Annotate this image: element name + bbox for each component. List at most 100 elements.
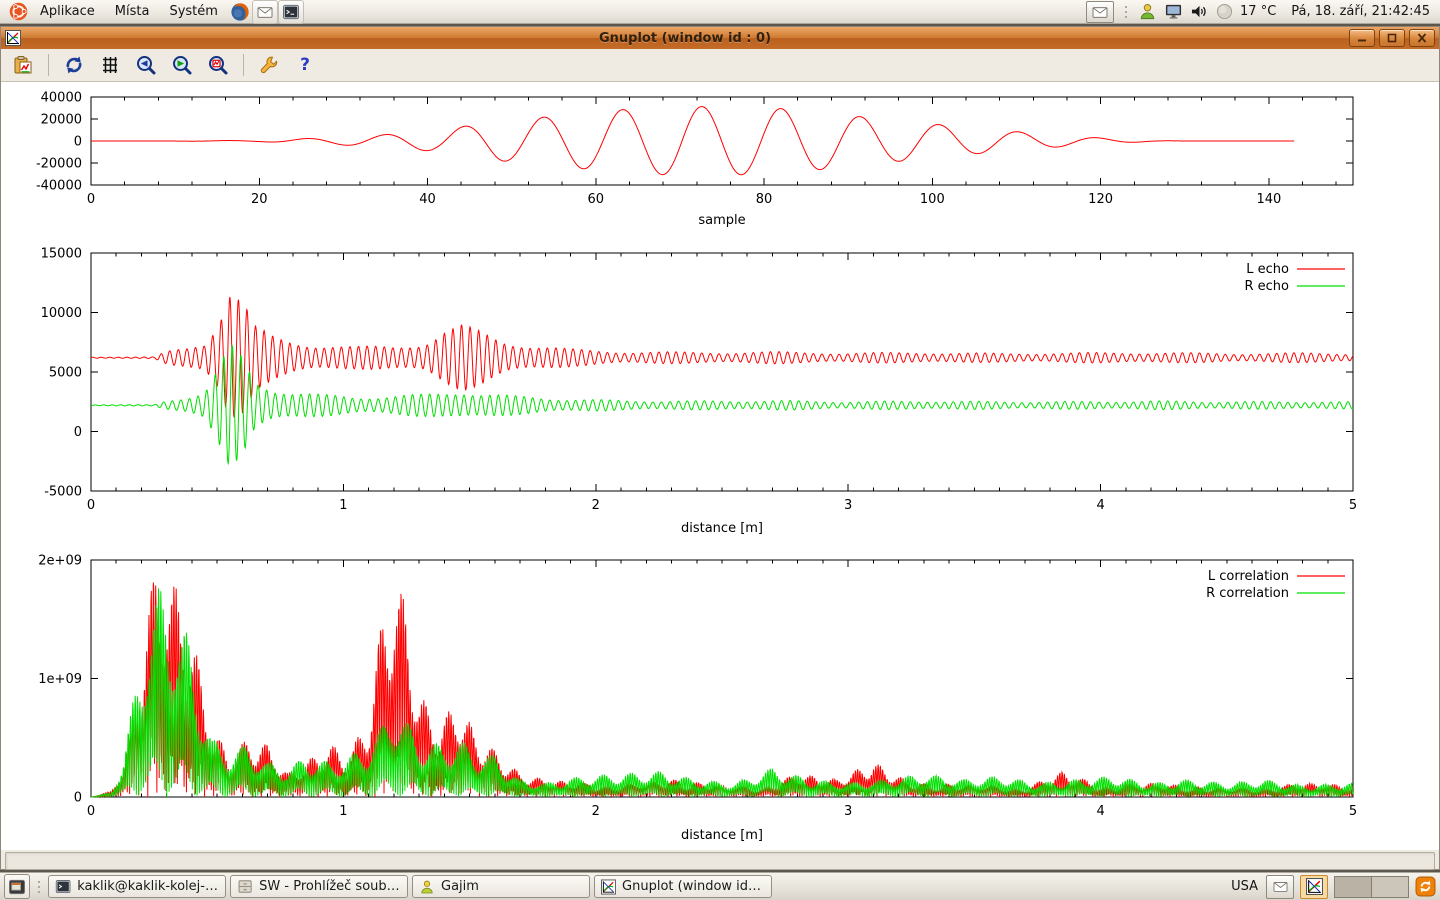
close-button[interactable]: [1409, 29, 1435, 47]
svg-text:5: 5: [1349, 804, 1357, 819]
copy-to-clipboard-button[interactable]: [9, 51, 37, 79]
volume-icon[interactable]: [1190, 3, 1209, 20]
mail-icon: [1272, 880, 1289, 893]
terminal-icon: [55, 879, 71, 894]
svg-text:0: 0: [74, 425, 82, 440]
firefox-icon: [230, 2, 250, 22]
tray-grip-handle[interactable]: [1125, 6, 1127, 8]
plot-canvas: 020406080100120140-40000-200000200004000…: [1, 82, 1439, 850]
svg-text:10000: 10000: [41, 306, 82, 321]
settings-button[interactable]: [255, 51, 283, 79]
workspace-switcher: [1334, 876, 1409, 898]
close-icon: [1416, 33, 1428, 43]
zoom-previous-icon: [135, 54, 157, 76]
gnuplot-window: Gnuplot (window id : 0): [0, 26, 1440, 870]
firefox-launcher[interactable]: [228, 1, 252, 23]
replot-button[interactable]: [60, 51, 88, 79]
gnuplot-plots[interactable]: 020406080100120140-40000-200000200004000…: [1, 82, 1440, 850]
gnuplot-icon: [1306, 878, 1323, 895]
window-title: Gnuplot (window id : 0): [25, 31, 1345, 46]
task-label: Gnuplot (window id : 0): [622, 879, 765, 894]
menu-system[interactable]: Systém: [159, 2, 227, 21]
task-label: Gajim: [441, 879, 479, 894]
menu-applications[interactable]: Aplikace: [30, 2, 105, 21]
refresh-icon: [63, 54, 85, 76]
svg-text:2: 2: [592, 804, 600, 819]
mail-notification-tray[interactable]: [1086, 1, 1114, 23]
mail-tray-button[interactable]: [1266, 875, 1294, 899]
workspace-2[interactable]: [1371, 877, 1408, 897]
zoom-next-button[interactable]: [168, 51, 196, 79]
task-gajim[interactable]: Gajim: [412, 875, 590, 898]
svg-text:0: 0: [74, 791, 82, 806]
menu-system-label: Systém: [169, 4, 217, 19]
menu-places[interactable]: Místa: [105, 2, 160, 21]
help-button[interactable]: ?: [291, 51, 319, 79]
svg-text:-40000: -40000: [36, 179, 82, 194]
svg-text:0: 0: [87, 804, 95, 819]
svg-text:2: 2: [592, 498, 600, 513]
workspace-1[interactable]: [1335, 877, 1371, 897]
svg-text:120: 120: [1088, 192, 1113, 207]
minimize-button[interactable]: [1349, 29, 1375, 47]
show-desktop-button[interactable]: [4, 874, 30, 899]
svg-text:20000: 20000: [41, 113, 82, 128]
clipboard-icon: [12, 54, 34, 76]
taskbar: kaklik@kaklik-kolej-u... SW - Prohlížeč …: [0, 872, 1440, 900]
menu-applications-label: Aplikace: [40, 4, 95, 19]
display-settings-icon[interactable]: [1164, 3, 1183, 20]
minimize-icon: [1356, 33, 1368, 43]
svg-text:R echo: R echo: [1244, 279, 1289, 294]
weather-icon[interactable]: [1216, 3, 1233, 20]
gnuplot-toolbar: ?: [1, 49, 1439, 82]
mail-icon: [256, 5, 274, 19]
window-titlebar[interactable]: Gnuplot (window id : 0): [1, 27, 1439, 49]
svg-text:distance [m]: distance [m]: [681, 828, 763, 843]
svg-text:0: 0: [87, 192, 95, 207]
svg-text:80: 80: [756, 192, 773, 207]
svg-text:5000: 5000: [49, 366, 82, 381]
svg-text:3: 3: [844, 804, 852, 819]
email-launcher[interactable]: [252, 0, 278, 24]
task-gnuplot[interactable]: Gnuplot (window id : 0): [594, 875, 772, 898]
svg-text:2e+09: 2e+09: [38, 554, 82, 569]
help-icon: ?: [300, 55, 310, 75]
task-file-browser[interactable]: SW - Prohlížeč souborů: [230, 875, 408, 898]
svg-text:-5000: -5000: [44, 485, 82, 500]
menu-places-label: Místa: [115, 4, 150, 19]
maximize-button[interactable]: [1379, 29, 1405, 47]
task-label: SW - Prohlížeč souborů: [259, 879, 401, 894]
ubuntu-logo-icon[interactable]: [6, 1, 30, 23]
show-desktop-icon: [8, 879, 26, 895]
user-switcher-icon[interactable]: [1138, 2, 1157, 21]
temperature-label[interactable]: 17 °C: [1240, 4, 1276, 19]
svg-text:R correlation: R correlation: [1206, 586, 1289, 601]
update-notifier-icon: [1415, 876, 1436, 897]
toolbar-separator: [243, 54, 244, 76]
terminal-launcher[interactable]: [278, 0, 304, 24]
zoom-previous-button[interactable]: [132, 51, 160, 79]
svg-text:1e+09: 1e+09: [38, 672, 82, 687]
task-terminal[interactable]: kaklik@kaklik-kolej-u...: [48, 875, 226, 898]
zoom-all-button[interactable]: [204, 51, 232, 79]
keyboard-layout-indicator[interactable]: USA: [1231, 879, 1258, 894]
terminal-icon: [282, 4, 300, 20]
svg-text:5: 5: [1349, 498, 1357, 513]
svg-text:0: 0: [87, 498, 95, 513]
gnuplot-tray-button[interactable]: [1300, 875, 1328, 899]
svg-text:4: 4: [1096, 804, 1104, 819]
window-icon: [5, 30, 21, 46]
svg-text:-20000: -20000: [36, 157, 82, 172]
clock-label[interactable]: Pá, 18. září, 21:42:45: [1291, 4, 1430, 19]
toggle-grid-button[interactable]: [96, 51, 124, 79]
svg-text:60: 60: [588, 192, 605, 207]
update-notifier-button[interactable]: [1415, 876, 1436, 897]
maximize-icon: [1386, 33, 1398, 43]
zoom-next-icon: [171, 54, 193, 76]
top-panel: Aplikace Místa Systém: [0, 0, 1440, 24]
svg-text:4: 4: [1096, 498, 1104, 513]
svg-text:sample: sample: [698, 213, 745, 228]
taskbar-grip-handle[interactable]: [38, 881, 40, 883]
svg-text:1: 1: [339, 498, 347, 513]
svg-text:3: 3: [844, 498, 852, 513]
